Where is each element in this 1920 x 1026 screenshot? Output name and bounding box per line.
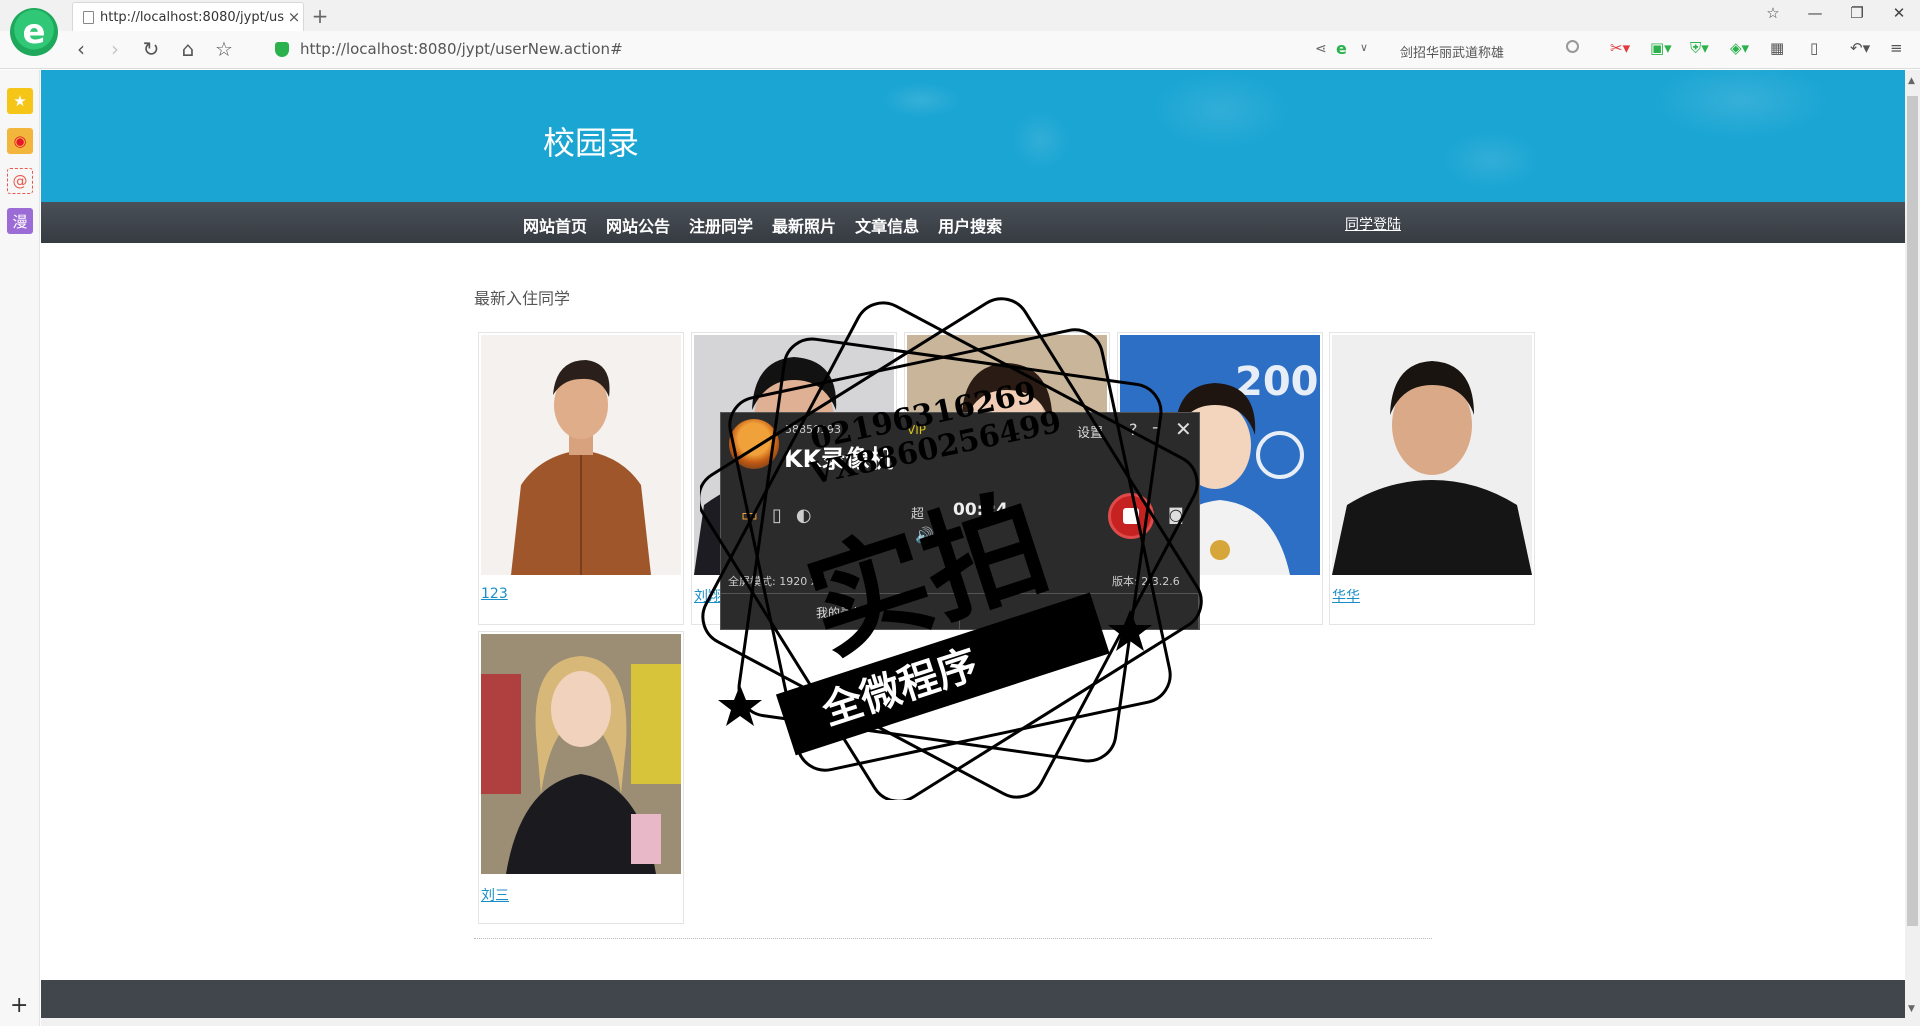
browser-sidebar: ★ ◉ @ 漫 + <box>0 70 40 1026</box>
scissors-icon[interactable]: ✂▾ <box>1610 39 1638 57</box>
favorites-icon[interactable]: ★ <box>7 88 33 114</box>
user-photo[interactable] <box>481 335 681 575</box>
email-icon[interactable]: @ <box>7 168 33 194</box>
kk-user-id[interactable]: 58850193 <box>785 423 841 436</box>
kk-mode-controls: ▭ ▯ ◐ <box>741 505 812 526</box>
kk-logo-icon <box>729 419 779 469</box>
kk-brand: KK录像机 <box>784 445 894 473</box>
svg-text:2008: 2008 <box>1235 359 1320 405</box>
ie-mode-icon[interactable]: e <box>1336 39 1347 58</box>
user-name-link[interactable]: 刘翔 <box>694 586 722 606</box>
kk-version: 版本: 2.3.2.6 <box>1112 575 1180 588</box>
kk-bottom-bar: 我的录像 <box>721 593 1199 629</box>
login-link[interactable]: 同学登陆 <box>1345 214 1401 234</box>
home-icon[interactable]: ⌂ <box>175 37 201 61</box>
user-name-link[interactable]: 123 <box>481 586 508 602</box>
scroll-up-icon[interactable]: ▲ <box>1908 76 1915 86</box>
chevron-down-icon[interactable]: ∨ <box>1360 41 1368 54</box>
restore-button[interactable]: ❐ <box>1848 4 1866 22</box>
skin-icon[interactable]: ☆ <box>1764 4 1782 22</box>
new-tab-button[interactable]: + <box>308 4 332 28</box>
kk-vip-badge[interactable]: VIP <box>907 423 926 437</box>
section-title: 最新入住同学 <box>474 289 571 308</box>
refresh-icon[interactable]: ↻ <box>138 37 164 61</box>
reader-icon[interactable]: ▯ <box>1810 39 1838 57</box>
address-bar[interactable]: http://localhost:8080/jypt/userNew.actio… <box>300 40 623 58</box>
window-controls: ☆ — ❐ ✕ <box>1764 4 1908 22</box>
apps-grid-icon[interactable]: ▦ <box>1770 39 1798 57</box>
user-name-link[interactable]: 华华 <box>1332 586 1360 606</box>
nav-articles[interactable]: 文章信息 <box>855 213 919 237</box>
user-photo[interactable] <box>1332 335 1532 575</box>
user-name-link[interactable]: 刘三 <box>481 885 509 905</box>
secure-shield-icon <box>275 42 289 57</box>
nav-announcements[interactable]: 网站公告 <box>606 213 670 237</box>
manga-icon[interactable]: 漫 <box>7 208 33 234</box>
minimize-button[interactable]: — <box>1806 4 1824 22</box>
record-stop-button[interactable] <box>1108 493 1154 539</box>
nav-user-search[interactable]: 用户搜索 <box>938 213 1002 237</box>
tab-title: http://localhost:8080/jypt/user <box>100 9 285 25</box>
user-card[interactable]: 123 <box>478 332 684 625</box>
game-icon[interactable]: ◈▾ <box>1730 39 1758 57</box>
page-icon <box>83 10 94 24</box>
weibo-icon[interactable]: ◉ <box>7 128 33 154</box>
browser-logo-icon: e <box>10 8 58 56</box>
site-header: 校园录 <box>41 70 1905 202</box>
nav-register[interactable]: 注册同学 <box>689 213 753 237</box>
scroll-down-icon[interactable]: ▼ <box>1908 1004 1915 1014</box>
menu-icon[interactable]: ≡ <box>1890 39 1918 57</box>
nav-home[interactable]: 网站首页 <box>523 213 587 237</box>
undo-icon[interactable]: ↶▾ <box>1850 39 1878 57</box>
region-mode-icon[interactable]: ▯ <box>772 505 782 526</box>
kk-timer-label: 超 <box>911 507 925 522</box>
kk-settings-button[interactable]: 设置 <box>1077 422 1103 441</box>
vertical-scrollbar[interactable]: ▲ ▼ <box>1905 70 1920 1018</box>
share-icon[interactable]: ⋖ <box>1315 41 1327 57</box>
browser-tab[interactable]: http://localhost:8080/jypt/user × <box>72 2 304 31</box>
kk-minimize-button[interactable]: – <box>1152 417 1161 438</box>
browser-titlebar: http://localhost:8080/jypt/user × + ☆ — … <box>0 0 1920 31</box>
nav-latest-photos[interactable]: 最新照片 <box>772 213 836 237</box>
kk-secondary-button[interactable] <box>960 594 1199 629</box>
browser-statusbar <box>41 1018 1920 1026</box>
extensions-bar: ✂▾ ▣▾ ⛨▾ ◈▾ ▦ ▯ ↶▾ ≡ <box>1610 39 1918 57</box>
search-input[interactable]: 剑招华丽武道称雄 <box>1390 36 1590 64</box>
green-ext-icon[interactable]: ▣▾ <box>1650 39 1678 57</box>
user-photo[interactable] <box>481 634 681 874</box>
kk-help-button[interactable]: ? <box>1129 420 1138 439</box>
fullscreen-mode-icon[interactable]: ▭ <box>741 505 758 526</box>
site-navbar: 网站首页 网站公告 注册同学 最新照片 文章信息 用户搜索 同学登陆 <box>41 202 1905 243</box>
close-window-button[interactable]: ✕ <box>1890 4 1908 22</box>
user-card[interactable]: 华华 <box>1329 332 1535 625</box>
kk-close-button[interactable]: ✕ <box>1175 417 1192 441</box>
bookmark-star-icon[interactable]: ☆ <box>211 37 237 61</box>
kk-recorder-window[interactable]: 58850193 VIP KK录像机 设置 ? – ✕ ▭ ▯ ◐ 超 00: … <box>720 412 1200 630</box>
camera-mode-icon[interactable]: ◐ <box>796 505 812 526</box>
content-divider <box>474 938 1432 939</box>
user-card[interactable]: 刘三 <box>478 631 684 924</box>
scroll-thumb[interactable] <box>1907 96 1918 926</box>
volume-icon[interactable]: 🔊 <box>915 526 934 544</box>
search-icon[interactable] <box>1566 40 1579 53</box>
sidebar-add-button[interactable]: + <box>10 993 28 1018</box>
shield-icon[interactable]: ⛨▾ <box>1690 39 1718 57</box>
browser-toolbar: ‹ › ↻ ⌂ ☆ http://localhost:8080/jypt/use… <box>0 31 1920 69</box>
site-title: 校园录 <box>543 124 640 162</box>
screenshot-icon[interactable]: ◙ <box>1168 505 1184 524</box>
back-icon[interactable]: ‹ <box>68 37 94 61</box>
forward-icon[interactable]: › <box>102 37 128 61</box>
my-recordings-button[interactable]: 我的录像 <box>721 594 960 629</box>
close-tab-icon[interactable]: × <box>285 8 303 26</box>
kk-mode-text: 全屏模式: 1920 x 1 <box>728 575 828 588</box>
kk-timer: 00: :4 <box>953 500 1009 520</box>
